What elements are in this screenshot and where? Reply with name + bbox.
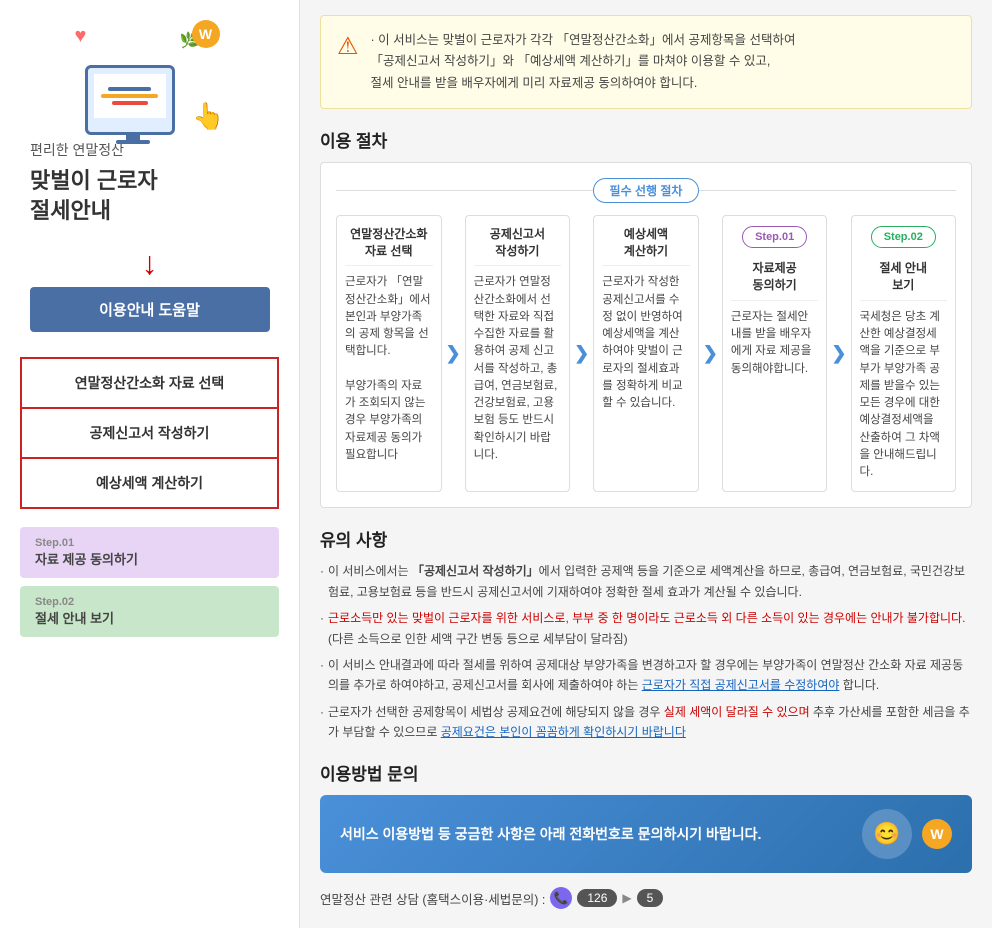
step-card-01: Step.01 자료제공동의하기 근로자는 절세안내를 받을 배우자에게 자료 …: [722, 215, 828, 493]
arrow-right-icon: ▶: [622, 891, 631, 905]
note-item-4: 근로자가 선택한 공제항목이 세법상 공제요건에 해당되지 않을 경우 실제 세…: [320, 702, 972, 743]
contact-banner: 서비스 이용방법 등 궁금한 사항은 아래 전화번호로 문의하시기 바랍니다. …: [320, 795, 972, 873]
steps-flow: 연말정산간소화자료 선택 근로자가 「연말정산간소화」에서 본인과 부양가족의 …: [336, 215, 956, 493]
step01-label: Step.01: [35, 537, 264, 549]
notes-title: 유의 사항: [320, 526, 972, 551]
hand-icon: 👆: [192, 101, 224, 132]
sidebar-nav: 연말정산간소화 자료 선택 공제신고서 작성하기 예상세액 계산하기: [0, 357, 299, 509]
help-button[interactable]: 이용안내 도움말: [30, 287, 270, 332]
phone-suffix: 5: [637, 889, 664, 907]
procedure-title: 이용 절차: [320, 127, 972, 152]
step02-badge: Step.02: [871, 226, 936, 249]
monitor-icon: [85, 65, 175, 135]
step-card-1: 연말정산간소화자료 선택 근로자가 「연말정산간소화」에서 본인과 부양가족의 …: [336, 215, 442, 493]
notice-text: · 이 서비스는 맞벌이 근로자가 각각 「연말정산간소화」에서 공제항목을 선…: [371, 30, 796, 94]
step01-button[interactable]: Step.01 자료 제공 동의하기: [20, 527, 279, 578]
step-card-02: Step.02 절세 안내보기 국세청은 당초 계산한 예상결정세액을 기준으로…: [851, 215, 957, 493]
step02-text: 절세 안내 보기: [35, 611, 114, 626]
arrow-icon-4: ❯: [827, 215, 850, 493]
nav-item-deduction[interactable]: 공제신고서 작성하기: [20, 407, 279, 457]
prerequisite-badge: 필수 선행 절차: [593, 178, 700, 203]
contact-section: 이용방법 문의 서비스 이용방법 등 궁금한 사항은 아래 전화번호로 문의하시…: [320, 760, 972, 913]
arrow-icon-2: ❯: [570, 215, 593, 493]
note-item-1: 이 서비스에서는 「공제신고서 작성하기」에서 입력한 공제액 등을 기준으로 …: [320, 561, 972, 602]
step-card-2-title: 공제신고서작성하기: [474, 226, 562, 267]
step-card-3-title: 예상세액계산하기: [602, 226, 690, 267]
sidebar-subtitle: 편리한 연말정산: [20, 140, 124, 160]
step-card-02-title: 절세 안내보기: [860, 260, 948, 301]
notice-box: ⚠ · 이 서비스는 맞벌이 근로자가 각각 「연말정산간소화」에서 공제항목을…: [320, 15, 972, 109]
step02-label: Step.02: [35, 596, 264, 608]
nav-item-estimate[interactable]: 예상세액 계산하기: [20, 457, 279, 509]
sidebar-hero: ♥ 🌿 W 👆 편리한 연말정산 맞벌이 근로자절세안내 ↓ 이용안내 도움말: [0, 0, 299, 357]
heart-icon: ♥: [75, 25, 87, 48]
step01-badge: Step.01: [742, 226, 807, 249]
contact-w-badge: W: [922, 819, 952, 849]
down-arrow-icon: ↓: [20, 245, 279, 282]
step-card-1-body: 근로자가 「연말정산간소화」에서 본인과 부양가족의 공제 항목을 선택합니다.…: [345, 274, 433, 464]
contact-face-icon: 😊: [862, 809, 912, 859]
main-content: ⚠ · 이 서비스는 맞벌이 근로자가 각각 「연말정산간소화」에서 공제항목을…: [300, 0, 992, 928]
contact-phone-label: 연말정산 관련 상담 (홈택스이용·세법문의) :: [320, 889, 545, 908]
note-item-2: 근로소득만 있는 맞벌이 근로자를 위한 서비스로, 부부 중 한 명이라도 근…: [320, 608, 972, 649]
contact-phone-row: 연말정산 관련 상담 (홈택스이용·세법문의) : 📞 126 ▶ 5: [320, 883, 972, 913]
sidebar-illustration: ♥ 🌿 W 👆: [70, 20, 230, 140]
step01-text: 자료 제공 동의하기: [35, 552, 138, 567]
notes-section: 유의 사항 이 서비스에서는 「공제신고서 작성하기」에서 입력한 공제액 등을…: [320, 526, 972, 742]
steps-header: 필수 선행 절차: [336, 178, 956, 203]
warning-icon: ⚠: [337, 32, 359, 61]
note-item-3: 이 서비스 안내결과에 따라 절세를 위하여 공제대상 부양가족을 변경하고자 …: [320, 655, 972, 696]
step-card-2-body: 근로자가 연말정산간소화에서 선택한 자료와 직접 수집한 자료를 활용하여 공…: [474, 274, 562, 464]
nav-item-annual[interactable]: 연말정산간소화 자료 선택: [20, 357, 279, 407]
sidebar: ♥ 🌿 W 👆 편리한 연말정산 맞벌이 근로자절세안내 ↓ 이용안내 도움말 …: [0, 0, 300, 928]
coin-icon: W: [192, 20, 220, 48]
arrow-icon-3: ❯: [699, 215, 722, 493]
contact-banner-text: 서비스 이용방법 등 궁금한 사항은 아래 전화번호로 문의하시기 바랍니다.: [340, 824, 761, 844]
step-buttons: Step.01 자료 제공 동의하기 Step.02 절세 안내 보기: [0, 509, 299, 637]
step-card-01-body: 근로자는 절세안내를 받을 배우자에게 자료 제공을 동의해야합니다.: [731, 309, 819, 378]
step-card-02-body: 국세청은 당초 계산한 예상결정세액을 기준으로 부부가 부양가족 공제를 받을…: [860, 309, 948, 482]
step-card-2: 공제신고서작성하기 근로자가 연말정산간소화에서 선택한 자료와 직접 수집한 …: [465, 215, 571, 493]
contact-banner-right: 😊 W: [862, 809, 952, 859]
step-card-3-body: 근로자가 작성한 공제신고서를 수정 없이 반영하여 예상세액을 계산하여야 맞…: [602, 274, 690, 412]
arrow-icon-1: ❯: [442, 215, 465, 493]
contact-title: 이용방법 문의: [320, 760, 972, 785]
sidebar-main-title: 맞벌이 근로자절세안내: [20, 166, 279, 225]
step-card-01-title: 자료제공동의하기: [731, 260, 819, 301]
step02-button[interactable]: Step.02 절세 안내 보기: [20, 586, 279, 637]
phone-icon: 📞: [550, 887, 572, 909]
step-card-1-title: 연말정산간소화자료 선택: [345, 226, 433, 267]
steps-section: 필수 선행 절차 연말정산간소화자료 선택 근로자가 「연말정산간소화」에서 본…: [320, 162, 972, 509]
phone-number: 126: [577, 889, 617, 907]
step-card-3: 예상세액계산하기 근로자가 작성한 공제신고서를 수정 없이 반영하여 예상세액…: [593, 215, 699, 493]
